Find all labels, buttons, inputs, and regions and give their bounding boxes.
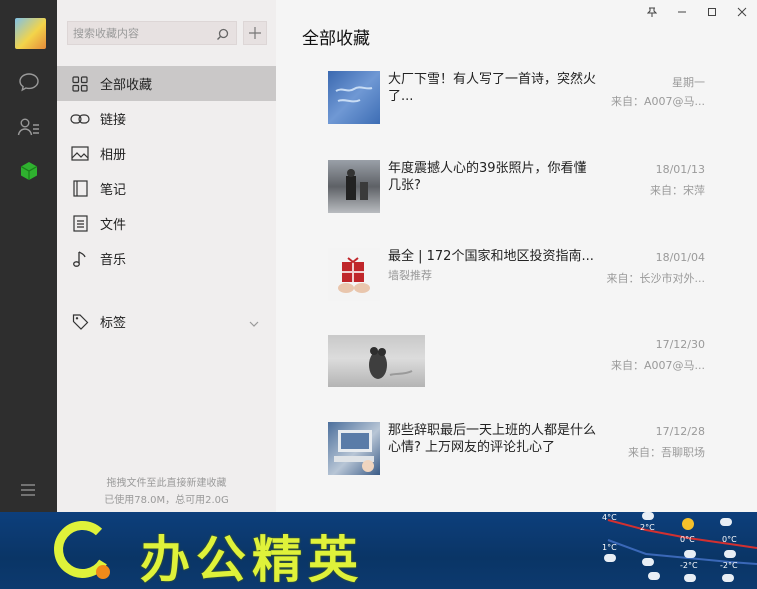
item-title: 那些辞职最后一天上班的人都是什么心情? 上万网友的评论扎心了 [388, 423, 597, 455]
close-icon[interactable] [727, 0, 757, 24]
brand-logo-icon [45, 518, 125, 588]
temperature-label: -2°C [680, 561, 698, 570]
thumbnail-image [328, 160, 380, 213]
thumbnail-image [328, 248, 380, 301]
favorite-item[interactable]: 最全 | 172个国家和地区投资指南... 墙裂推荐 18/01/04 来自：长… [328, 248, 705, 304]
item-date: 18/01/13 [655, 163, 705, 176]
add-button[interactable] [243, 21, 267, 45]
item-subtitle: 墙裂推荐 [388, 269, 432, 282]
chat-icon[interactable] [16, 69, 42, 95]
page-title: 全部收藏 [302, 29, 370, 49]
avatar[interactable] [15, 18, 46, 49]
nav-item-label: 相册 [100, 148, 127, 163]
nav-item-label: 文件 [100, 218, 127, 233]
item-date: 17/12/30 [655, 338, 705, 351]
file-icon [69, 213, 91, 235]
link-icon [69, 108, 91, 130]
item-date: 星期一 [672, 76, 705, 89]
chevron-down-icon[interactable] [249, 316, 259, 331]
item-title: 大厂下雪！有人写了一首诗，突然火了... [388, 72, 597, 104]
cloud-icon [648, 572, 660, 580]
navigation-panel: 全部收藏 链接 相册 笔记 文件 音乐 标签 [57, 0, 276, 512]
menu-icon[interactable] [20, 482, 36, 501]
notebook-icon [69, 178, 91, 200]
item-date: 18/01/04 [655, 251, 705, 264]
left-rail [0, 0, 57, 512]
nav-item-label: 笔记 [100, 183, 127, 198]
search-icon[interactable] [216, 26, 229, 45]
item-date: 17/12/28 [655, 425, 705, 438]
nav-item-label: 音乐 [100, 253, 127, 268]
favorite-item[interactable]: 那些辞职最后一天上班的人都是什么心情? 上万网友的评论扎心了 17/12/28 … [328, 422, 705, 478]
favorite-item[interactable]: 年度震撼人心的39张照片，你看懂几张? 18/01/13 来自：宋萍 [328, 160, 705, 216]
cloud-icon [724, 550, 736, 558]
temperature-label: -2°C [720, 561, 738, 570]
minimize-icon[interactable] [667, 0, 697, 24]
maximize-icon[interactable] [697, 0, 727, 24]
storage-usage: 已使用78.0M，总可用2.0G [104, 495, 229, 506]
cloud-icon [604, 554, 616, 562]
cloud-icon [722, 574, 734, 582]
pin-icon[interactable] [637, 0, 667, 24]
photo-icon [69, 143, 91, 165]
nav-item-music[interactable]: 音乐 [57, 241, 276, 276]
drag-hint: 拖拽文件至此直接新建收藏 [106, 478, 227, 489]
item-source: 来自：长沙市对外... [606, 272, 706, 285]
sun-icon [682, 518, 694, 530]
favorite-item[interactable]: 17/12/30 来自：A007@马... [328, 335, 705, 391]
temperature-label: 2°C [640, 523, 655, 532]
weather-widget: 4°C 2°C 0°C 1°C 0°C -2°C -2°C [600, 512, 757, 589]
cloud-icon [720, 518, 732, 526]
thumbnail-image [328, 335, 425, 387]
nav-item-label: 全部收藏 [100, 78, 153, 93]
item-title: 最全 | 172个国家和地区投资指南... [388, 249, 594, 264]
nav-item-notes[interactable]: 笔记 [57, 171, 276, 206]
item-source: 来自：A007@马... [610, 95, 705, 108]
cloud-icon [642, 512, 654, 520]
tag-icon [69, 311, 91, 333]
item-source: 来自：A007@马... [610, 359, 705, 372]
temperature-label: 1°C [602, 543, 617, 552]
plus-icon [249, 27, 261, 39]
nav-item-files[interactable]: 文件 [57, 206, 276, 241]
nav-item-label: 标签 [100, 316, 127, 331]
content-area: 全部收藏 大厂下雪！有人写了一首诗，突然火了... 星期一 来自：A007@马.… [276, 0, 757, 512]
brand-banner: 办公精英 4°C 2°C 0°C 1°C 0°C -2°C -2°C [0, 512, 757, 589]
cloud-icon [684, 550, 696, 558]
thumbnail-image [328, 71, 380, 124]
cloud-icon [684, 574, 696, 582]
nav-item-links[interactable]: 链接 [57, 101, 276, 136]
temperature-label: 0°C [680, 535, 695, 544]
temperature-label: 0°C [722, 535, 737, 544]
music-icon [69, 248, 91, 270]
contacts-icon[interactable] [16, 114, 42, 140]
nav-item-all-favorites[interactable]: 全部收藏 [57, 66, 276, 101]
temperature-label: 4°C [602, 513, 617, 522]
window-controls [637, 0, 757, 24]
item-source: 来自：宋萍 [650, 184, 705, 197]
search-input[interactable] [68, 22, 208, 45]
cloud-icon [642, 558, 654, 566]
brand-title: 办公精英 [140, 531, 364, 589]
thumbnail-image [328, 422, 380, 475]
search-box [67, 21, 237, 45]
nav-item-albums[interactable]: 相册 [57, 136, 276, 171]
nav-item-tags[interactable]: 标签 [57, 304, 276, 339]
favorite-item[interactable]: 大厂下雪！有人写了一首诗，突然火了... 星期一 来自：A007@马... [328, 71, 705, 127]
item-source: 来自：吾聊职场 [628, 446, 705, 459]
item-title: 年度震撼人心的39张照片，你看懂几张? [388, 161, 587, 193]
nav-item-label: 链接 [100, 113, 127, 128]
grid-icon [69, 73, 91, 95]
favorites-cube-icon[interactable] [16, 158, 42, 184]
